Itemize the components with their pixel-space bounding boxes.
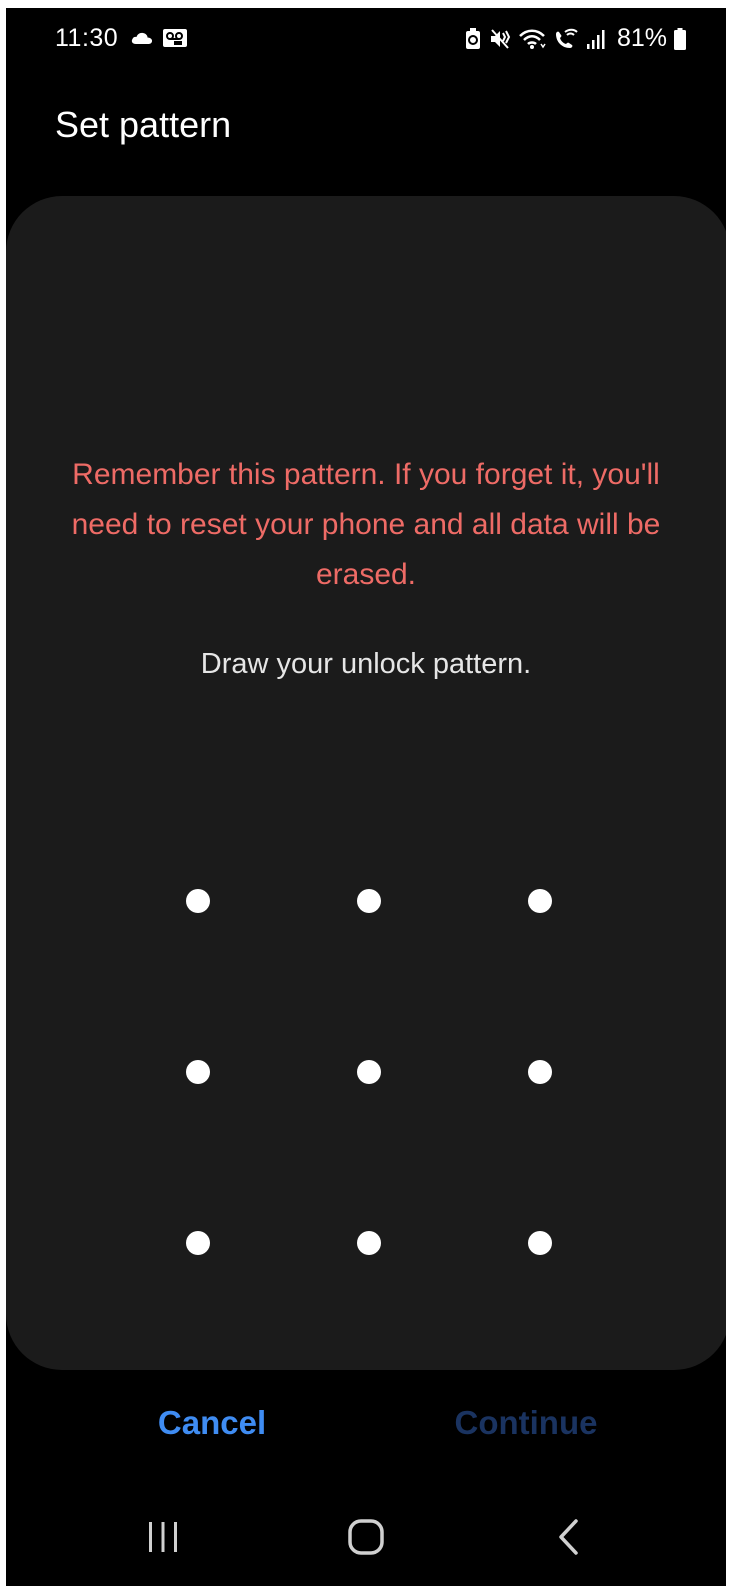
navigation-bar: [6, 1488, 726, 1586]
status-time: 11:30: [55, 24, 119, 52]
status-right-icons: 81%: [464, 24, 686, 53]
status-left-icons: [130, 28, 188, 48]
pattern-dot-8[interactable]: [357, 1231, 381, 1255]
pattern-dot-3[interactable]: [528, 889, 552, 913]
pattern-dot-4[interactable]: [186, 1060, 210, 1084]
signal-icon: [586, 28, 606, 50]
status-bar: 11:30 81%: [6, 8, 726, 68]
continue-button[interactable]: Continue: [396, 1404, 656, 1442]
battery-percent: 81%: [616, 24, 667, 52]
back-button[interactable]: [509, 1488, 629, 1586]
home-button[interactable]: [306, 1488, 426, 1586]
pattern-dot-6[interactable]: [528, 1060, 552, 1084]
back-icon: [559, 1519, 578, 1555]
pattern-grid[interactable]: [6, 196, 726, 1370]
cancel-button[interactable]: Cancel: [82, 1404, 342, 1442]
pattern-card: Remember this pattern. If you forget it,…: [6, 196, 726, 1370]
battery-icon: [674, 27, 686, 50]
pattern-dot-1[interactable]: [186, 889, 210, 913]
cloud-icon: [130, 31, 154, 45]
pattern-dot-5[interactable]: [357, 1060, 381, 1084]
phone-screen: 11:30 81% Set pattern Remember this patt…: [6, 8, 726, 1586]
recents-button[interactable]: [103, 1488, 223, 1586]
recents-icon: [149, 1522, 177, 1552]
page-title: Set pattern: [55, 104, 232, 145]
pattern-dot-2[interactable]: [357, 889, 381, 913]
home-icon: [348, 1519, 384, 1555]
wifi-icon: [518, 28, 546, 50]
battery-saver-icon: [464, 27, 482, 50]
mute-icon: [489, 28, 511, 50]
pattern-dot-9[interactable]: [528, 1231, 552, 1255]
voicemail-icon: [162, 28, 188, 48]
pattern-dot-7[interactable]: [186, 1231, 210, 1255]
wifi-calling-icon: [553, 28, 579, 50]
